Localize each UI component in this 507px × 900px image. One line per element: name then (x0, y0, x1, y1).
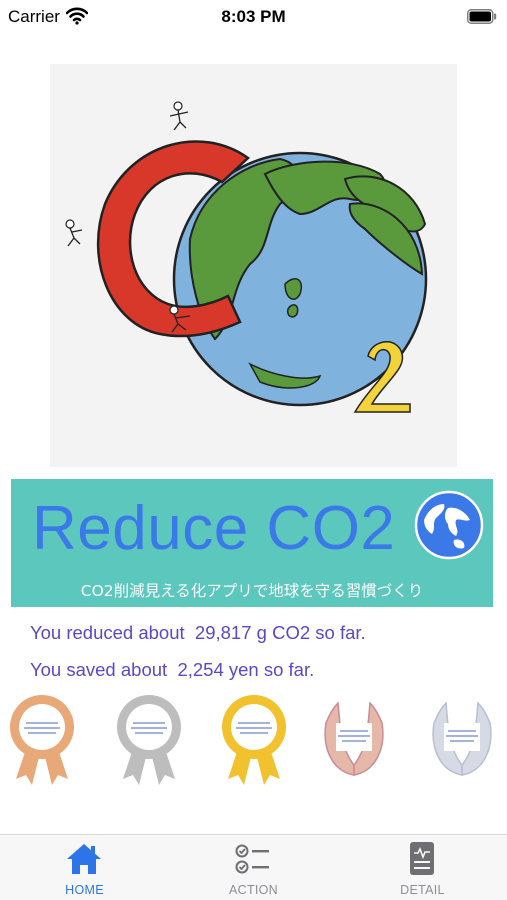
tab-home-label: HOME (65, 883, 104, 897)
status-bar: Carrier 8:03 PM (0, 0, 507, 34)
tab-home[interactable]: HOME (0, 835, 169, 900)
tab-bar: HOME ACTION DETAIL (0, 834, 507, 900)
globe-icon (414, 490, 484, 560)
tab-action-label: ACTION (228, 883, 279, 897)
app-subtitle: CO2削減見える化アプリで地球を守る習慣づくり (80, 582, 424, 600)
bronze-rosette-icon[interactable] (6, 693, 78, 788)
silver-laurel-icon[interactable] (426, 693, 498, 788)
tab-detail-label: DETAIL (400, 883, 445, 897)
checklist-icon (235, 844, 269, 874)
home-icon (67, 844, 101, 874)
document-icon (410, 842, 434, 875)
silver-rosette-icon[interactable] (113, 693, 185, 788)
app-title: Reduce CO2 (32, 494, 396, 563)
status-time: 8:03 PM (221, 7, 286, 26)
app-banner: Reduce CO2 CO2削減見える化アプリで地球を守る習慣づくり (11, 479, 493, 607)
achievement-badges (0, 693, 507, 793)
co2-earth-illustration (65, 101, 428, 413)
hero-illustration (50, 64, 457, 467)
bronze-laurel-icon[interactable] (318, 693, 390, 788)
tab-detail[interactable]: DETAIL (338, 835, 507, 900)
tab-action[interactable]: ACTION (169, 835, 338, 900)
co2-reduced-text: You reduced about 29,817 g CO2 so far. (30, 622, 366, 643)
gold-rosette-icon[interactable] (218, 693, 290, 788)
battery-icon (467, 9, 497, 24)
yen-saved-text: You saved about 2,254 yen so far. (30, 659, 315, 680)
